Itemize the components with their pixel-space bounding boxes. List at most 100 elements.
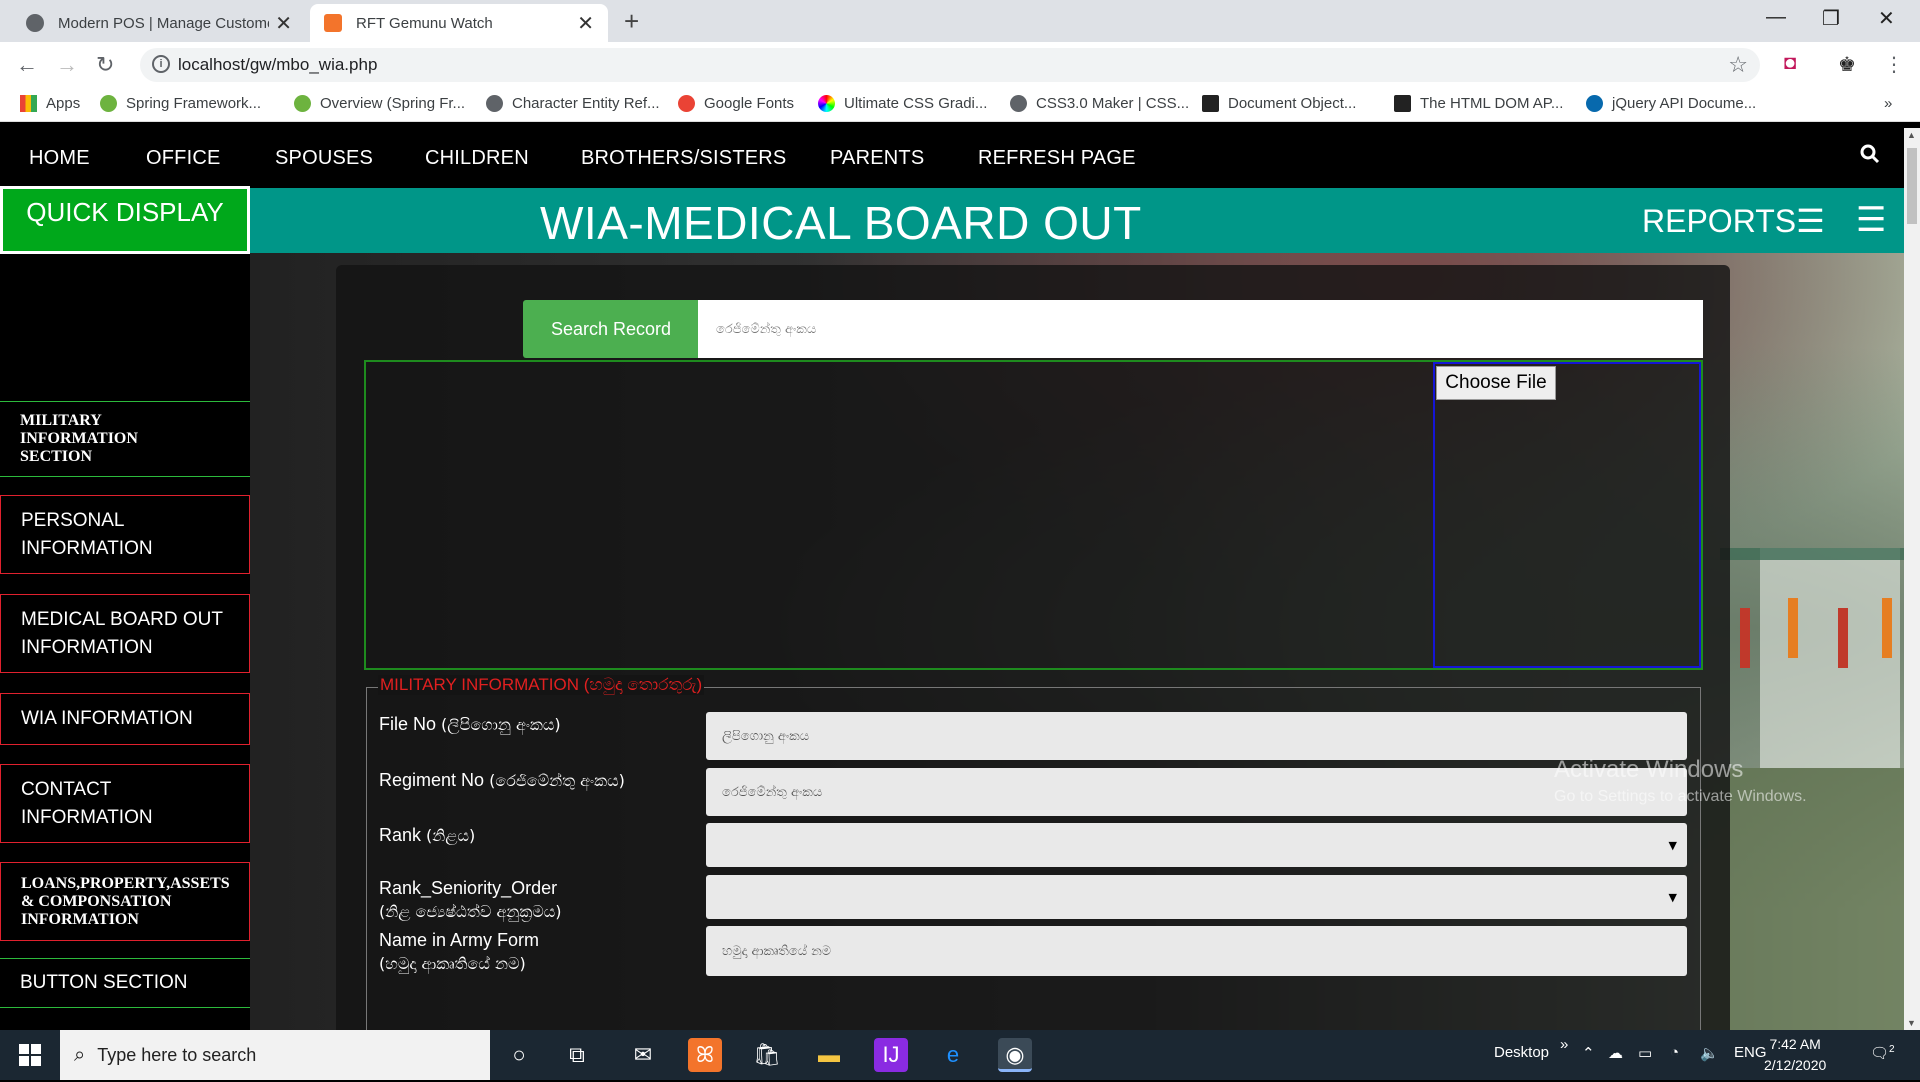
sidebar-item-loans-property[interactable]: LOANS,PROPERTY,ASSETS & COMPONSATION INFOR… xyxy=(0,862,250,941)
tab-modern-pos[interactable]: Modern POS | Manage Customer ✕ xyxy=(12,4,306,42)
reload-icon[interactable]: ↻ xyxy=(96,52,114,78)
page-viewport: HOME OFFICE SPOUSES CHILDREN BROTHERS/SI… xyxy=(0,128,1920,1030)
taskbar-search-box[interactable]: ⌕ Type here to search xyxy=(60,1030,490,1080)
file-explorer-icon[interactable]: ▬ xyxy=(812,1038,846,1072)
bookmark-label: Character Entity Ref... xyxy=(512,95,660,112)
sidebar-item-label: WIA INFORMATION xyxy=(21,708,193,729)
sidebar-item-military-information[interactable]: MILITARY INFORMATION SECTION xyxy=(0,401,250,477)
bookmark-label: Google Fonts xyxy=(704,95,795,112)
wifi-icon[interactable]: ◔ xyxy=(1670,1044,1679,1061)
browser-tab-bar: Modern POS | Manage Customer ✕ RFT Gemun… xyxy=(0,0,1920,42)
sidebar-item-personal-information[interactable]: PERSONAL INFORMATION xyxy=(0,495,250,574)
bookmark-apps[interactable]: Apps xyxy=(20,95,80,112)
onedrive-icon[interactable]: ☁ xyxy=(1608,1044,1623,1062)
more-menu-icon[interactable]: ⋮ xyxy=(1884,52,1904,77)
edge-icon[interactable]: e xyxy=(936,1038,970,1072)
task-view-icon[interactable]: ⧉ xyxy=(560,1038,594,1072)
close-tab-icon[interactable]: ✕ xyxy=(577,11,594,36)
restore-button[interactable]: ❐ xyxy=(1822,6,1840,31)
language-indicator[interactable]: ENG xyxy=(1734,1044,1767,1061)
search-record-button[interactable]: Search Record xyxy=(523,300,699,358)
bookmark-spring-framework[interactable]: Spring Framework... xyxy=(100,95,261,112)
bookmark-label: Apps xyxy=(46,95,81,112)
windows-start-button[interactable] xyxy=(0,1030,60,1080)
name-in-army-form-input[interactable]: හමුදා ආකෘතියේ නම xyxy=(706,926,1687,976)
bookmark-character-entity[interactable]: Character Entity Ref... xyxy=(486,95,660,112)
name-in-army-form-label: Name in Army Form (හමුදා ආකෘතියේ නම) xyxy=(379,930,540,973)
bookmarks-bar: Apps Spring Framework... Overview (Sprin… xyxy=(0,88,1920,122)
bookmark-css3-maker[interactable]: CSS3.0 Maker | CSS... xyxy=(1010,95,1189,112)
bookmarks-more-button[interactable]: » xyxy=(1884,95,1892,112)
pocket-icon[interactable]: ◘ xyxy=(1784,52,1796,75)
bookmark-ultimate-css[interactable]: Ultimate CSS Gradi... xyxy=(818,95,987,112)
omnibox[interactable]: i localhost/gw/mbo_wia.php ☆ xyxy=(140,48,1760,82)
bookmark-star-icon[interactable]: ☆ xyxy=(1728,52,1748,78)
close-tab-icon[interactable]: ✕ xyxy=(275,11,292,36)
intellij-icon[interactable]: IJ xyxy=(874,1038,908,1072)
rank-select[interactable]: ▼ xyxy=(706,823,1687,867)
nav-brothers-sisters[interactable]: BROTHERS/SISTERS xyxy=(581,147,786,170)
rank-seniority-select[interactable]: ▼ xyxy=(706,875,1687,919)
field-placeholder: හමුදා ආකෘතියේ නම xyxy=(722,943,832,959)
quick-display-button[interactable]: QUICK DISPLAY xyxy=(0,186,250,254)
chevron-double-icon: » xyxy=(1884,95,1893,112)
new-tab-button[interactable]: + xyxy=(624,6,639,37)
hamburger-menu-icon[interactable]: ☰ xyxy=(1856,200,1886,240)
bookmark-label: Spring Framework... xyxy=(126,95,262,112)
store-icon[interactable]: 🛍 xyxy=(750,1038,784,1072)
forward-arrow-icon[interactable]: → xyxy=(56,52,78,78)
minimize-button[interactable]: — xyxy=(1766,6,1786,29)
info-icon[interactable]: i xyxy=(152,55,170,73)
xampp-taskbar-icon[interactable]: ꕤ xyxy=(688,1038,722,1072)
bookmark-document-object[interactable]: Document Object... xyxy=(1202,95,1356,112)
scroll-down-arrow-icon[interactable]: ▼ xyxy=(1907,1018,1916,1028)
nav-parents[interactable]: PARENTS xyxy=(830,147,924,170)
cortana-icon[interactable]: ○ xyxy=(502,1038,536,1072)
close-window-button[interactable]: ✕ xyxy=(1878,6,1895,31)
desktop-toolbar[interactable]: Desktop xyxy=(1494,1044,1549,1061)
nav-refresh-page[interactable]: REFRESH PAGE xyxy=(978,147,1136,170)
globe-icon xyxy=(486,95,503,112)
bookmark-overview-spring[interactable]: Overview (Spring Fr... xyxy=(294,95,465,112)
fieldset-legend: MILITARY INFORMATION (හමුදා තොරතුරු) xyxy=(378,675,705,695)
tray-up-arrow-icon[interactable]: ⌃ xyxy=(1582,1044,1595,1062)
sidebar-item-medical-board-out[interactable]: MEDICAL BOARD OUT INFORMATION xyxy=(0,594,250,673)
bookmark-google-fonts[interactable]: Google Fonts xyxy=(678,95,794,112)
page-scrollbar[interactable]: ▲ ▼ xyxy=(1904,128,1920,1030)
sidebar-item-wia-information[interactable]: WIA INFORMATION xyxy=(0,693,250,745)
bookmark-jquery-api[interactable]: jQuery API Docume... xyxy=(1586,95,1756,112)
scroll-up-arrow-icon[interactable]: ▲ xyxy=(1907,130,1916,140)
bookmark-html-dom-api[interactable]: The HTML DOM AP... xyxy=(1394,95,1563,112)
page-title: WIA-MEDICAL BOARD OUT xyxy=(540,197,1142,249)
sidebar-item-contact-information[interactable]: CONTACT INFORMATION xyxy=(0,764,250,843)
file-no-label: File No (ලිපිගොනු අංකය) xyxy=(379,714,561,734)
nav-home[interactable]: HOME xyxy=(29,147,90,170)
tab-rft-gemunu-watch[interactable]: RFT Gemunu Watch ✕ xyxy=(310,4,608,42)
bookmark-label: The HTML DOM AP... xyxy=(1420,95,1564,112)
bookmark-label: CSS3.0 Maker | CSS... xyxy=(1036,95,1190,112)
regiment-search-input[interactable] xyxy=(698,300,1703,358)
file-no-input[interactable]: ලිපිගොනු අංකය xyxy=(706,712,1687,760)
notification-center-icon[interactable]: 🗨2 xyxy=(1870,1044,1895,1062)
chrome-icon[interactable]: ◉ xyxy=(998,1038,1032,1072)
regiment-no-input[interactable]: රෙජිමේන්තු අංකය xyxy=(706,768,1687,816)
toolbar-expand-icon[interactable]: » xyxy=(1560,1036,1568,1053)
battery-icon[interactable]: ▭ xyxy=(1638,1044,1652,1062)
search-icon[interactable] xyxy=(1860,144,1880,170)
field-placeholder: ලිපිගොනු අංකය xyxy=(722,728,810,744)
volume-icon[interactable]: 🔈 xyxy=(1700,1044,1719,1062)
sidebar-item-label: CONTACT INFORMATION xyxy=(21,778,153,828)
back-arrow-icon[interactable]: ← xyxy=(16,52,38,78)
nav-office[interactable]: OFFICE xyxy=(146,147,221,170)
mail-icon[interactable]: ✉ xyxy=(626,1038,660,1072)
url-text[interactable]: localhost/gw/mbo_wia.php xyxy=(178,55,377,75)
system-clock[interactable]: 7:42 AM 2/12/2020 xyxy=(1764,1034,1826,1076)
profile-avatar-icon[interactable]: ♚ xyxy=(1838,52,1856,77)
nav-spouses[interactable]: SPOUSES xyxy=(275,147,373,170)
sidebar-item-button-section[interactable]: BUTTON SECTION xyxy=(0,958,250,1008)
scrollbar-thumb[interactable] xyxy=(1907,148,1917,224)
reports-button[interactable]: REPORTS☰ xyxy=(1642,202,1825,240)
choose-file-button[interactable]: Choose File xyxy=(1436,366,1556,400)
globe-icon xyxy=(26,14,44,32)
nav-children[interactable]: CHILDREN xyxy=(425,147,529,170)
